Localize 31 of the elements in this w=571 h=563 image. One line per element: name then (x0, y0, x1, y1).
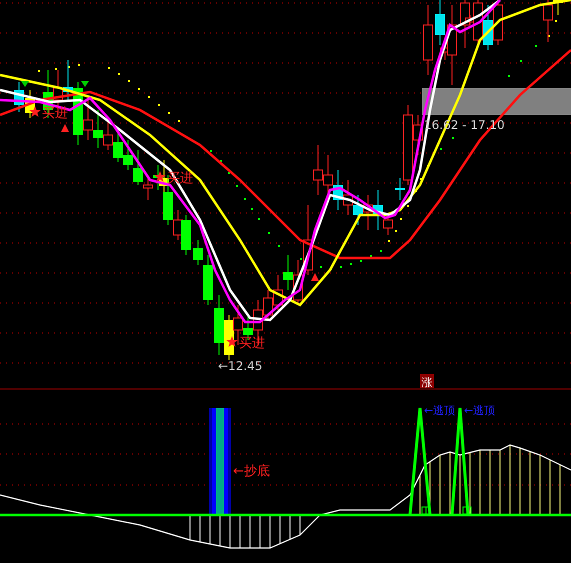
marker-icon (422, 506, 430, 514)
candlestick (181, 214, 191, 256)
change-badge: 涨 (420, 374, 434, 389)
candlestick (313, 144, 323, 196)
candlestick (363, 194, 373, 230)
candlestick (323, 154, 333, 196)
down-triangle-icon (21, 81, 29, 87)
candlestick (353, 194, 363, 226)
star-icon (154, 171, 166, 182)
bottom-signal-label: ←抄底 (233, 464, 270, 479)
star-icon (29, 106, 41, 117)
candlestick (283, 254, 293, 290)
up-triangle-icon (61, 124, 69, 132)
down-triangle-icon (81, 81, 89, 87)
candlestick (93, 110, 103, 148)
top-signal-label: ←逃顶 (424, 404, 456, 417)
candlestick (133, 150, 143, 186)
candlestick (343, 180, 353, 216)
top-signal-label: ←逃顶 (464, 404, 496, 417)
candlestick (483, 4, 493, 50)
up-triangle-icon (311, 273, 319, 281)
candlestick (14, 82, 24, 112)
candlestick (273, 274, 283, 310)
candlestick (423, 4, 433, 76)
candlestick (123, 140, 133, 170)
candlestick (103, 120, 113, 150)
marker-icon (462, 506, 472, 514)
low-price-label: ←12.45 (218, 359, 262, 373)
star-icon (226, 336, 238, 347)
signal-label: 买进 (239, 336, 265, 351)
candlestick (214, 294, 224, 356)
